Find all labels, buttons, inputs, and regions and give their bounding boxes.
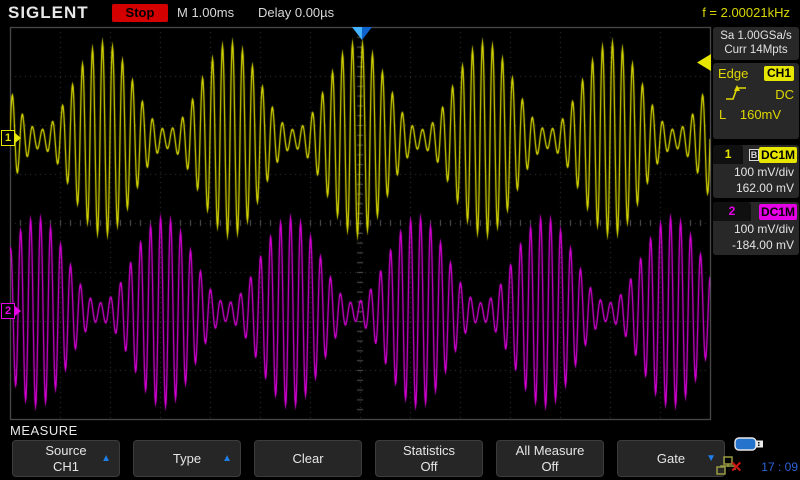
type-button[interactable]: Type ▲ — [133, 440, 241, 477]
trigger-source-badge: CH1 — [764, 66, 794, 81]
ch1-info-panel[interactable]: 1 B DC1M 100 mV/div 162.00 mV — [713, 145, 799, 198]
ch2-coupling-badge: DC1M — [759, 204, 797, 220]
ch2-ground-marker[interactable]: 2 — [1, 303, 21, 319]
soft-menu: Source CH1 ▲ Type ▲ Clear Statistics Off… — [12, 440, 725, 478]
ch2-marker-label: 2 — [1, 303, 15, 319]
trigger-level-value: 160mV — [740, 107, 781, 122]
status-corner: ✕ 17 : 09 — [714, 434, 800, 480]
clock: 17 : 09 — [761, 460, 798, 474]
oscilloscope-screen: SIGLENT Stop M 1.00ms Delay 0.00µs f = 2… — [0, 0, 800, 480]
source-button[interactable]: Source CH1 ▲ — [12, 440, 120, 477]
ch2-number-tab[interactable]: 2 — [713, 202, 751, 221]
menu-title: MEASURE — [10, 423, 78, 438]
trigger-panel[interactable]: Edge CH1 DC L 160mV — [713, 63, 799, 139]
rising-edge-icon — [724, 84, 748, 105]
trigger-type: Edge — [718, 66, 748, 81]
ch1-offset: 162.00 mV — [713, 180, 799, 196]
ch1-marker-label: 1 — [1, 130, 15, 146]
ch1-number-tab[interactable]: 1 — [713, 145, 743, 164]
sample-rate: Sa 1.00GSa/s — [713, 29, 799, 43]
clear-button[interactable]: Clear — [254, 440, 362, 477]
gate-button[interactable]: Gate ▼ — [617, 440, 725, 477]
all-measure-button[interactable]: All Measure Off — [496, 440, 604, 477]
trigger-level-label: L — [719, 107, 726, 122]
acquisition-panel: Sa 1.00GSa/s Curr 14Mpts — [713, 27, 799, 60]
ch2-info-panel[interactable]: 2 DC1M 100 mV/div -184.00 mV — [713, 202, 799, 255]
ch1-marker-arrow-icon — [15, 133, 21, 143]
ch2-marker-arrow-icon — [15, 306, 21, 316]
ch2-scale: 100 mV/div — [713, 221, 799, 237]
waveform-display — [0, 0, 712, 430]
right-sidebar: Sa 1.00GSa/s Curr 14Mpts Edge CH1 DC L 1… — [713, 0, 800, 480]
statistics-button[interactable]: Statistics Off — [375, 440, 483, 477]
ch2-offset: -184.00 mV — [713, 237, 799, 253]
memory-depth: Curr 14Mpts — [713, 43, 799, 57]
ch1-scale: 100 mV/div — [713, 164, 799, 180]
trigger-coupling: DC — [775, 87, 794, 102]
lan-disconnected-x-icon: ✕ — [730, 458, 743, 476]
ch1-ground-marker[interactable]: 1 — [1, 130, 21, 146]
usb-icon — [734, 436, 766, 458]
ch1-bandwidth-badge: B — [749, 149, 759, 161]
arrow-up-icon: ▲ — [101, 451, 111, 467]
ch1-coupling-badge: DC1M — [759, 147, 797, 163]
arrow-up-icon: ▲ — [222, 451, 232, 467]
